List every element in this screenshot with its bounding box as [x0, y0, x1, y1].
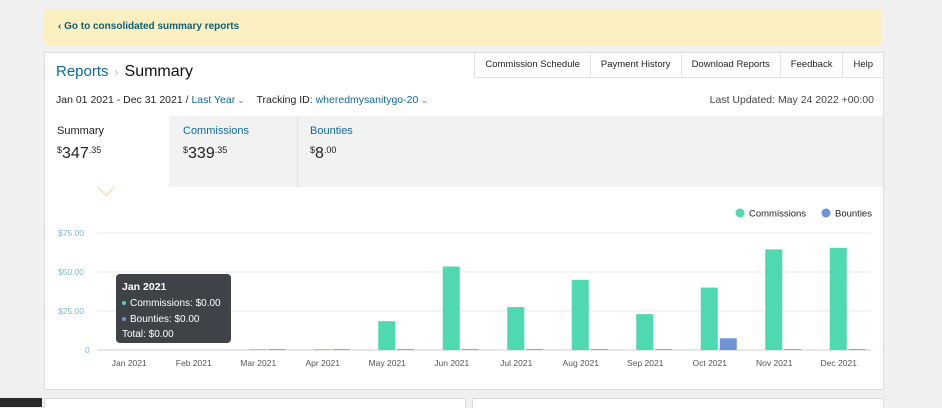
legend-label: Commissions: [749, 209, 806, 220]
tab-summary-amount: $347.35: [57, 145, 102, 162]
x-tick-label: Aug 2021: [563, 358, 600, 368]
bounties-bar: [332, 349, 350, 350]
breadcrumb-separator: ›: [114, 65, 119, 79]
commissions-bar: [700, 287, 718, 350]
tab-summary-label: Summary: [57, 125, 105, 137]
tab-commissions-amount: $339.35: [183, 145, 228, 162]
tab-bounties[interactable]: Bounties $8.00: [298, 116, 438, 187]
commissions-bar: [507, 307, 525, 350]
y-tick-label: $75.00: [58, 228, 84, 238]
tracking-id-dropdown[interactable]: wheredmysanitygo-20: [316, 94, 419, 106]
report-nav: Commission Schedule Payment History Down…: [474, 53, 883, 78]
bounties-bar: [461, 349, 479, 350]
tooltip-total: Total: $0.00: [122, 329, 174, 340]
bounties-bar: [397, 349, 415, 350]
tooltip-commissions: Commissions: $0.00: [122, 298, 221, 309]
x-tick-label: Sep 2021: [627, 358, 664, 368]
date-range-text: Jan 01 2021 - Dec 31 2021 /: [56, 94, 189, 106]
y-tick-label: $50.00: [58, 267, 84, 277]
commissions-bar: [571, 279, 589, 350]
bounties-bar: [590, 349, 608, 350]
commissions-dot-icon: [122, 301, 126, 306]
x-tick-label: Dec 2021: [821, 358, 858, 368]
commissions-bar: [249, 349, 267, 350]
tooltip-title: Jan 2021: [122, 281, 167, 293]
bounties-bar: [526, 349, 544, 350]
commissions-bar: [378, 321, 396, 350]
tracking-id-label: Tracking ID:: [256, 94, 313, 106]
tab-bounties-label: Bounties: [310, 125, 353, 137]
legend-swatch-icon: [735, 208, 745, 218]
y-tick-label: $25.00: [58, 306, 84, 316]
chevron-down-icon[interactable]: ⌄: [237, 95, 245, 105]
feedback-button[interactable]: Feedback: [779, 53, 843, 78]
payment-history-button[interactable]: Payment History: [589, 53, 681, 78]
x-tick-label: May 2021: [369, 358, 407, 368]
x-tick-label: Jan 2021: [112, 358, 147, 368]
breadcrumb-reports-link[interactable]: Reports: [56, 63, 109, 80]
commissions-bar: [636, 314, 654, 350]
x-tick-label: Jun 2021: [434, 358, 469, 368]
chart-tooltip: Jan 2021 Commissions: $0.00 Bounties: $0…: [116, 274, 231, 343]
tab-commissions-label: Commissions: [183, 125, 250, 137]
commissions-bar: [829, 247, 847, 350]
x-tick-label: Nov 2021: [756, 358, 793, 368]
bounties-bar: [655, 349, 673, 350]
tab-bounties-amount: $8.00: [310, 145, 337, 162]
commissions-bar: [442, 266, 460, 350]
window-corner: [0, 398, 42, 407]
y-tick-label: 0: [85, 345, 90, 355]
last-updated: Last Updated: May 24 2022 +00:00: [709, 94, 874, 106]
x-tick-label: Mar 2021: [240, 358, 276, 368]
x-tick-label: Oct 2021: [693, 358, 728, 368]
help-button[interactable]: Help: [842, 53, 883, 78]
legend-swatch-icon: [821, 208, 831, 218]
bounties-bar: [268, 349, 286, 350]
summary-card: Reports › Summary Commission Schedule Paym…: [44, 52, 884, 390]
report-filters: Jan 01 2021 - Dec 31 2021 / Last Year ⌄ T…: [56, 94, 428, 106]
tab-summary[interactable]: Summary $347.35: [45, 116, 169, 187]
breadcrumb: Reports › Summary: [56, 63, 193, 81]
tab-commissions[interactable]: Commissions $339.35: [171, 116, 297, 187]
x-tick-label: Feb 2021: [176, 358, 212, 368]
legend-label: Bounties: [835, 209, 872, 220]
bounties-bar: [848, 349, 866, 350]
consolidated-reports-link[interactable]: ‹ Go to consolidated summary reports: [58, 21, 239, 32]
tooltip-bounties: Bounties: $0.00: [122, 314, 200, 325]
commission-schedule-button[interactable]: Commission Schedule: [474, 53, 590, 78]
download-reports-button[interactable]: Download Reports: [680, 53, 780, 78]
x-tick-label: Apr 2021: [306, 358, 341, 368]
bounties-bar: [719, 338, 737, 350]
x-tick-label: Jul 2021: [500, 358, 532, 368]
commissions-bar: [313, 349, 331, 350]
summary-tabs: Summary $347.35 Commissions $339.35 Boun…: [45, 116, 883, 187]
bounties-dot-icon: [122, 317, 126, 322]
chevron-down-icon[interactable]: ⌄: [420, 95, 428, 105]
consolidated-reports-banner: ‹ Go to consolidated summary reports: [44, 9, 882, 45]
page-title: Summary: [124, 63, 193, 80]
commissions-bar: [765, 249, 783, 350]
bounties-bar: [784, 349, 802, 350]
period-dropdown[interactable]: Last Year: [191, 94, 235, 106]
